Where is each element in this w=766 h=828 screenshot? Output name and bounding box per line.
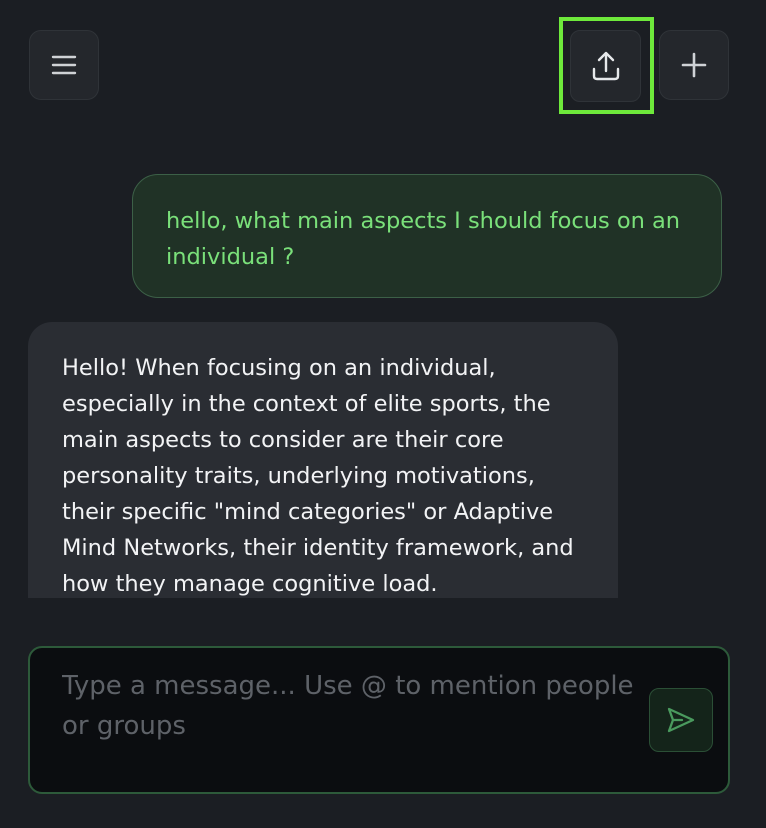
plus-icon xyxy=(681,52,707,78)
message-input[interactable] xyxy=(62,666,642,776)
assistant-message-text: Hello! When focusing on an individual, e… xyxy=(62,355,574,597)
menu-button[interactable] xyxy=(29,30,99,100)
share-button[interactable] xyxy=(570,30,641,102)
send-button[interactable] xyxy=(649,688,713,752)
message-composer xyxy=(28,646,730,794)
user-message-bubble: hello, what main aspects I should focus … xyxy=(132,174,722,298)
chat-app: hello, what main aspects I should focus … xyxy=(0,0,766,828)
new-chat-button[interactable] xyxy=(659,30,729,100)
message-list[interactable]: hello, what main aspects I should focus … xyxy=(0,150,766,598)
user-message-text: hello, what main aspects I should focus … xyxy=(166,208,681,270)
upload-share-icon xyxy=(591,50,621,82)
send-arrow-icon xyxy=(666,706,696,734)
assistant-message-bubble: Hello! When focusing on an individual, e… xyxy=(28,322,618,598)
hamburger-menu-icon xyxy=(51,54,77,76)
